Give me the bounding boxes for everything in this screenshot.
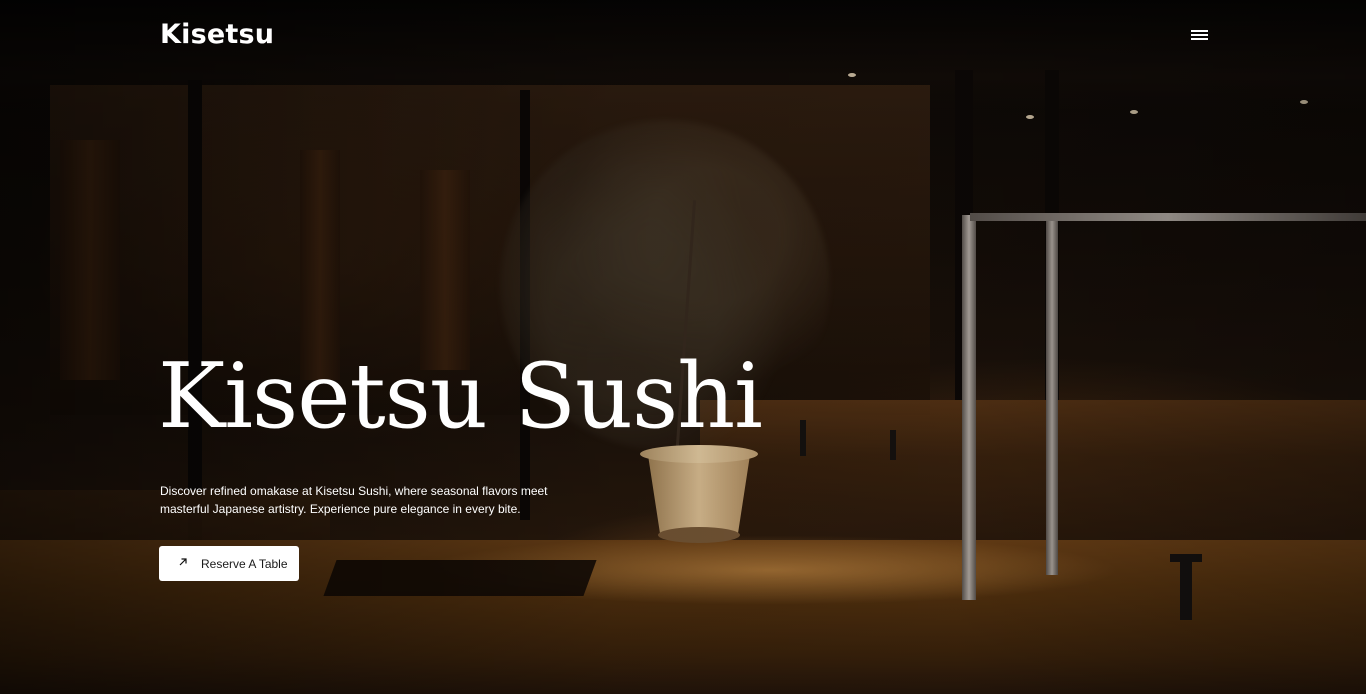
hamburger-menu-icon[interactable] xyxy=(1186,25,1212,45)
arrow-up-right-icon xyxy=(177,556,189,568)
hero-description: Discover refined omakase at Kisetsu Sush… xyxy=(160,484,548,516)
menu-line xyxy=(1191,30,1208,32)
site-logo[interactable]: Kisetsu xyxy=(160,19,274,50)
menu-line xyxy=(1191,38,1208,40)
site-header: Kisetsu xyxy=(0,0,1366,72)
menu-line xyxy=(1191,34,1208,36)
hero-title: Kisetsu Sushi xyxy=(158,344,763,449)
reserve-table-button[interactable]: Reserve A Table xyxy=(159,546,299,581)
reserve-table-label: Reserve A Table xyxy=(201,557,288,571)
